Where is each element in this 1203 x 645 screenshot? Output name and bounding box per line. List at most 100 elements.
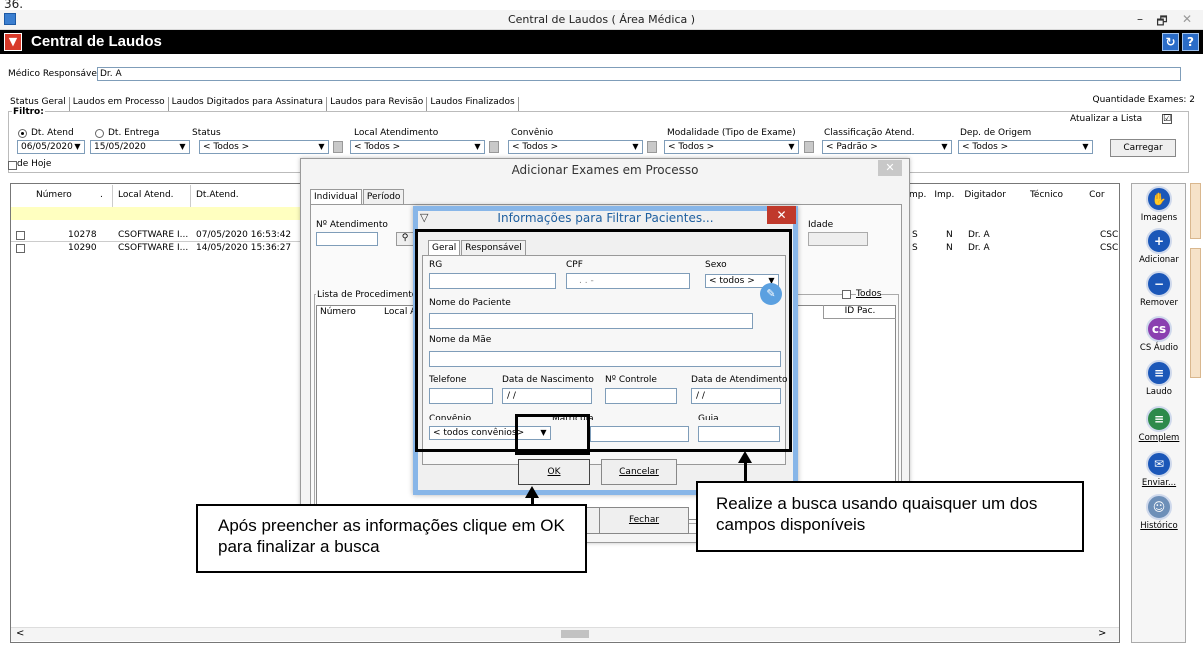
side-tab[interactable]	[1190, 183, 1201, 239]
complem-button[interactable]: ≡ Complem	[1133, 406, 1185, 443]
atualizar-checkbox[interactable]: ☑	[1162, 114, 1172, 124]
dep-origem-label: Dep. de Origem	[960, 128, 1032, 138]
side-tab[interactable]	[1190, 248, 1201, 378]
filtrar-dialog-close[interactable]: ✕	[767, 206, 796, 224]
classificacao-label: Classificação Atend.	[824, 128, 915, 138]
tab-periodo[interactable]: Período	[362, 189, 405, 204]
col-local-proc[interactable]: Local A	[384, 307, 416, 317]
de-hoje-checkbox[interactable]	[8, 161, 17, 170]
laudo-button[interactable]: ≡ Laudo	[1133, 360, 1185, 397]
dep-origem-select[interactable]: < Todos > ▼	[958, 140, 1093, 154]
row-numero: 10290	[68, 243, 97, 253]
row-checkbox[interactable]	[16, 231, 25, 240]
cs-audio-button[interactable]: cs CS Áudio	[1133, 316, 1185, 353]
row-mp: S	[912, 243, 918, 253]
hand-icon: ✋	[1146, 186, 1172, 212]
classif-list-icon[interactable]	[804, 141, 814, 153]
medico-field[interactable]: Dr. A	[97, 67, 1181, 81]
status-select[interactable]: < Todos > ▼	[199, 140, 329, 154]
fechar-button[interactable]: Fechar	[599, 507, 689, 534]
fields-highlight-box	[415, 229, 792, 452]
local-list-icon[interactable]	[333, 141, 343, 153]
row-numero: 10278	[68, 230, 97, 240]
remover-button[interactable]: − Remover	[1133, 271, 1185, 308]
close-window-button[interactable]: ✕	[1178, 12, 1196, 26]
medico-label: Médico Responsável:	[8, 69, 103, 79]
app-logo-icon: ▼	[4, 33, 22, 51]
tab-laudos-finalizados[interactable]: Laudos Finalizados	[427, 97, 519, 111]
scroll-thumb[interactable]	[561, 630, 589, 638]
col-imp[interactable]: Imp.	[934, 190, 954, 200]
annotation-ok: Após preencher as informações clique em …	[196, 504, 587, 573]
convenio-list-icon[interactable]	[489, 141, 499, 153]
binoculars-icon[interactable]: ⚲	[396, 232, 414, 246]
filter-row[interactable]	[11, 207, 321, 220]
col-digitador[interactable]: Digitador	[964, 190, 1006, 200]
col-tecnico[interactable]: Técnico	[1030, 190, 1063, 200]
date-to-picker[interactable]: 15/05/2020 ▼	[90, 140, 190, 154]
lista-procedimentos-label: Lista de Procedimentos	[316, 290, 423, 300]
document-icon: ≡	[1146, 360, 1172, 386]
de-hoje-label: de Hoje	[17, 159, 52, 169]
col-dt-atend[interactable]: Dt.Atend.	[196, 190, 239, 200]
historico-button[interactable]: ☺ Histórico	[1133, 494, 1185, 531]
refresh-icon[interactable]: ↻	[1162, 33, 1179, 51]
imagens-button[interactable]: ✋ Imagens	[1133, 186, 1185, 223]
col-dot[interactable]: .	[100, 190, 103, 200]
row-imp: N	[946, 230, 953, 240]
scroll-left-icon[interactable]: <	[16, 628, 24, 639]
col-numero-proc[interactable]: Número	[320, 307, 356, 317]
row-cor: CSC	[1100, 230, 1119, 240]
row-checkbox[interactable]	[16, 244, 25, 253]
app-header	[0, 30, 1203, 54]
col-local-atend[interactable]: Local Atend.	[118, 190, 174, 200]
atualizar-label: Atualizar a Lista	[1070, 114, 1143, 124]
dt-atend-label: Dt. Atend	[31, 128, 74, 138]
ok-button[interactable]: OK	[518, 459, 590, 485]
local-select[interactable]: < Todos > ▼	[350, 140, 485, 154]
help-icon[interactable]: ?	[1182, 33, 1199, 51]
cancelar-button[interactable]: Cancelar	[601, 459, 677, 485]
dialog-tabs: Individual Período	[310, 189, 405, 204]
minimize-button[interactable]: –	[1131, 12, 1149, 26]
dt-atend-radio[interactable]	[18, 129, 27, 138]
tab-laudos-em-processo[interactable]: Laudos em Processo	[70, 97, 169, 111]
row-divider	[11, 241, 321, 242]
scroll-right-icon[interactable]: >	[1098, 628, 1106, 639]
row-dt: 14/05/2020 15:36:27	[196, 243, 292, 253]
mail-icon: ✉	[1146, 451, 1172, 477]
convenio-label: Convênio	[511, 128, 554, 138]
user-history-icon: ☺	[1146, 494, 1172, 520]
filtrar-dialog-title: Informações para Filtrar Pacientes...	[497, 211, 714, 225]
modalidade-list-icon[interactable]	[647, 141, 657, 153]
status-label: Status	[192, 128, 221, 138]
todos-label: Todos	[856, 289, 882, 299]
row-local: CSOFTWARE I...	[118, 230, 189, 240]
adicionar-dialog-close[interactable]: ✕	[878, 160, 902, 176]
classificacao-select[interactable]: < Padrão > ▼	[822, 140, 952, 154]
col-mp[interactable]: mp.	[909, 190, 926, 200]
col-numero[interactable]: Número	[36, 190, 72, 200]
adicionar-button[interactable]: + Adicionar	[1133, 228, 1185, 265]
arrow-shaft	[531, 496, 534, 504]
tab-laudos-revisao[interactable]: Laudos para Revisão	[327, 97, 428, 111]
convenio-select[interactable]: < Todos > ▼	[508, 140, 643, 154]
complement-icon: ≡	[1146, 406, 1172, 432]
carregar-button[interactable]: Carregar	[1110, 139, 1176, 157]
date-from-picker[interactable]: 06/05/2020 ▼	[17, 140, 85, 154]
filtro-label: Filtro:	[12, 107, 45, 117]
natendimento-input[interactable]	[316, 232, 378, 246]
enviar-button[interactable]: ✉ Enviar...	[1133, 451, 1185, 488]
row-cor: CSC	[1100, 243, 1119, 253]
col-id-pac[interactable]: ID Pac.	[823, 305, 896, 319]
row-dt: 07/05/2020 16:53:42	[196, 230, 292, 240]
dt-entrega-radio[interactable]	[95, 129, 104, 138]
annotation-fields: Realize a busca usando quaisquer um dos …	[696, 481, 1084, 552]
modalidade-select[interactable]: < Todos > ▼	[664, 140, 799, 154]
col-cor[interactable]: Cor	[1089, 190, 1105, 200]
tab-laudos-digitados[interactable]: Laudos Digitados para Assinatura	[169, 97, 328, 111]
todos-checkbox[interactable]	[842, 290, 851, 299]
tab-individual[interactable]: Individual	[310, 189, 362, 204]
ok-highlight-box	[515, 414, 590, 455]
row-mp: S	[912, 230, 918, 240]
